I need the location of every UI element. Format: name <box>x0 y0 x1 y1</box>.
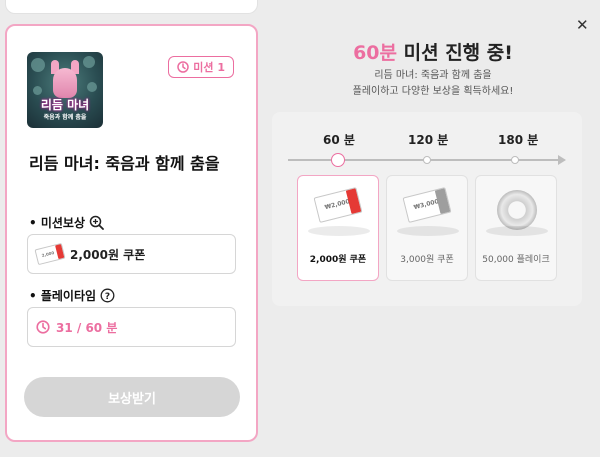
mission-desc-line2: 플레이하고 다양한 보상을 획득하세요! <box>352 86 514 97</box>
reward-card[interactable]: ₩3,000 3,000원 쿠폰 <box>386 175 468 281</box>
reward-value: 2,000원 쿠폰 <box>70 247 146 262</box>
coupon-stub <box>434 188 451 215</box>
thumbnail-bubble <box>87 82 97 92</box>
reward-card-label: 3,000원 쿠폰 <box>400 255 454 265</box>
thumbnail-logo-subtitle: 죽음과 함께 춤을 <box>43 114 87 121</box>
clock-icon <box>36 320 50 334</box>
svg-text:?: ? <box>105 292 110 302</box>
coupon-icon: ₩3,000 <box>402 187 452 223</box>
coupon-stub <box>54 244 65 260</box>
reward-card[interactable]: 50,000 플레이크 <box>475 175 557 281</box>
thumbnail-logo-title: 리듬 마녀 <box>40 98 90 112</box>
thumbnail-bubble <box>33 86 42 95</box>
timeline-label: 120 분 <box>408 133 449 147</box>
help-icon[interactable]: ? <box>100 288 115 303</box>
reward-section-label: • 미션보상 <box>29 214 104 231</box>
thumbnail-bubble <box>31 58 45 72</box>
heading-rest: 미션 진행 중! <box>397 42 513 64</box>
reward-label-text: • 미션보상 <box>29 216 86 230</box>
mission-badge: 미션 1 <box>168 56 234 78</box>
timeline-label: 60 분 <box>323 133 355 147</box>
playtime-value: 31 / 60 분 <box>56 320 118 335</box>
playtime-field: 31 / 60 분 <box>27 307 236 347</box>
mission-desc-line1: 리듬 마녀: 죽음과 함께 춤을 <box>374 70 492 81</box>
playtime-label-text: • 플레이타임 <box>29 289 97 303</box>
mission-badge-label: 미션 1 <box>193 61 225 74</box>
stage: 리듬 마녀 죽음과 함께 춤을 미션 1 리듬 마녀: 죽음과 함께 춤을 • … <box>0 0 600 457</box>
coupon-icon: 2,000 <box>34 242 66 266</box>
flake-icon <box>497 190 537 230</box>
mission-card: 리듬 마녀 죽음과 함께 춤을 미션 1 리듬 마녀: 죽음과 함께 춤을 • … <box>5 24 258 442</box>
timeline-dot <box>423 156 431 164</box>
coupon-amount: 2,000 <box>41 250 55 259</box>
heading-highlight: 60분 <box>353 42 397 64</box>
thumbnail-bubble <box>83 56 95 68</box>
character-figure <box>53 68 77 98</box>
clock-icon <box>177 61 190 73</box>
reward-card-label: 2,000원 쿠폰 <box>309 255 367 265</box>
coupon-stub <box>345 188 362 215</box>
coupon-icon: ₩2,000 <box>313 187 363 223</box>
reward-field: 2,000 2,000원 쿠폰 <box>27 234 236 274</box>
timeline-dot <box>511 156 519 164</box>
close-icon[interactable]: ✕ <box>576 18 589 33</box>
playtime-section-label: • 플레이타임 ? <box>29 287 115 304</box>
reward-card-label: 50,000 플레이크 <box>482 255 550 265</box>
reward-timeline-panel: 60 분 120 분 180 분 ₩2,000 2,000원 쿠폰 ₩3,000 <box>272 112 582 306</box>
mission-heading: 60분 미션 진행 중! <box>270 38 596 65</box>
zoom-in-icon[interactable] <box>89 215 104 230</box>
timeline-arrow <box>558 155 566 165</box>
game-title: 리듬 마녀: 죽음과 함께 춤을 <box>29 154 220 173</box>
previous-card-edge <box>5 0 258 14</box>
coupon-amount: ₩3,000 <box>412 197 440 211</box>
claim-reward-button[interactable]: 보상받기 <box>24 377 240 417</box>
reward-card[interactable]: ₩2,000 2,000원 쿠폰 <box>297 175 379 281</box>
game-thumbnail[interactable]: 리듬 마녀 죽음과 함께 춤을 <box>27 52 103 128</box>
timeline-dot-active <box>331 153 345 167</box>
coupon-amount: ₩2,000 <box>323 197 351 211</box>
timeline-label: 180 분 <box>498 133 539 147</box>
